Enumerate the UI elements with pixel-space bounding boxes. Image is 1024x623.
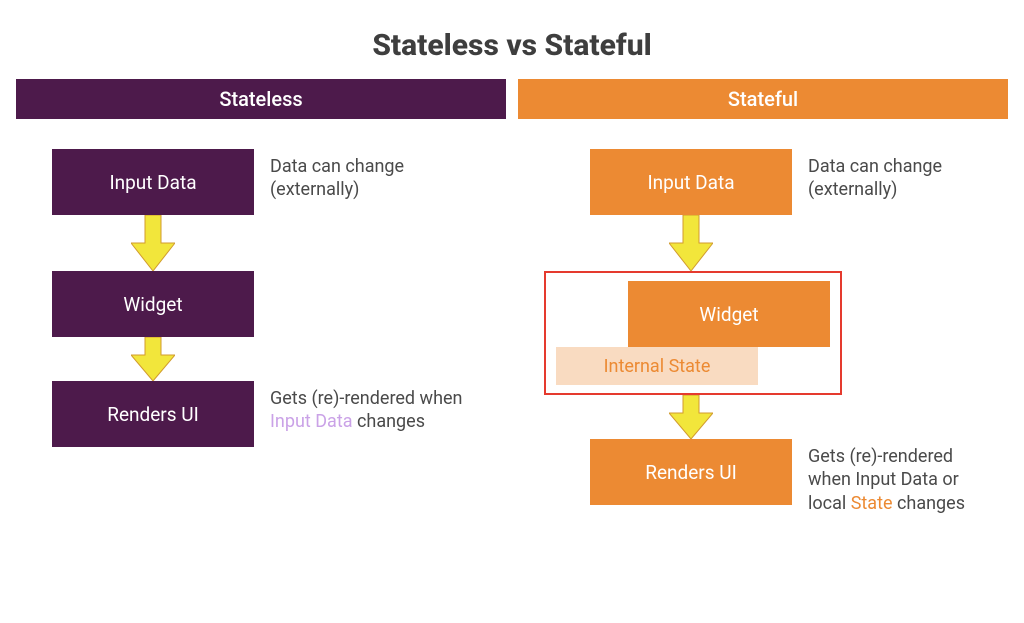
stateful-input-note: Data can change (externally) xyxy=(808,155,988,202)
stateful-render-box: Renders UI xyxy=(590,439,792,505)
stateful-column: Stateful Input Data Data can change (ext… xyxy=(518,79,1008,579)
stateful-widget-box: Widget xyxy=(628,281,830,347)
page-title: Stateless vs Stateful xyxy=(0,28,1024,63)
arrow-down-icon xyxy=(590,395,792,439)
stateless-flow: Input Data Data can change (externally) … xyxy=(16,149,506,579)
stateful-render-note: Gets (re)-rendered when Input Data or lo… xyxy=(808,445,988,515)
highlight-input-data: Input Data xyxy=(270,411,353,432)
diagram-columns: Stateless Input Data Data can change (ex… xyxy=(0,79,1024,579)
arrow-down-icon xyxy=(52,337,254,381)
stateful-internal-state-box: Internal State xyxy=(556,347,758,385)
stateless-input-data-box: Input Data xyxy=(52,149,254,215)
stateful-widget-highlight-frame: Widget Internal State xyxy=(544,271,842,395)
highlight-state: State xyxy=(851,493,893,514)
stateful-header: Stateful xyxy=(518,79,1008,119)
stateful-flow: Input Data Data can change (externally) … xyxy=(518,149,1008,579)
stateless-widget-box: Widget xyxy=(52,271,254,337)
stateless-column: Stateless Input Data Data can change (ex… xyxy=(16,79,506,579)
stateless-input-note: Data can change (externally) xyxy=(270,155,480,202)
stateful-input-data-box: Input Data xyxy=(590,149,792,215)
stateless-render-box: Renders UI xyxy=(52,381,254,447)
stateless-render-note: Gets (re)-rendered when Input Data chang… xyxy=(270,387,480,434)
arrow-down-icon xyxy=(590,215,792,271)
stateless-header: Stateless xyxy=(16,79,506,119)
arrow-down-icon xyxy=(52,215,254,271)
